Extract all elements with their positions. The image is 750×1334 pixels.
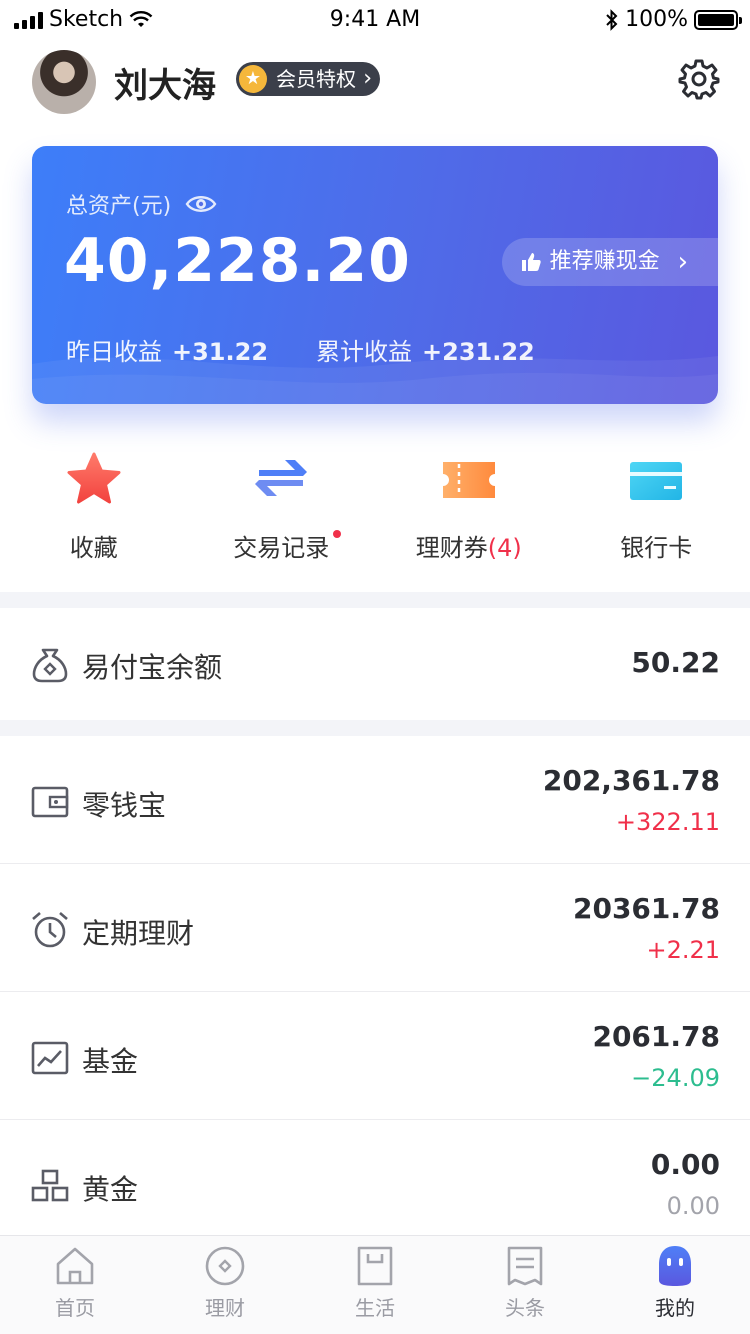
news-icon <box>507 1246 543 1286</box>
notification-dot <box>333 530 342 538</box>
status-right: 100% <box>605 7 742 32</box>
tab-label: 理财 <box>205 1296 245 1320</box>
total-assets-card[interactable]: 总资产(元) 40,228.20 推荐赚现金 › 昨日收益 +31.22 累计收益… <box>32 146 718 404</box>
bag-icon <box>357 1246 393 1286</box>
product-change: 0.00 <box>666 1192 720 1220</box>
product-name: 零钱宝 <box>82 789 167 822</box>
quick-actions: 收藏 交易记录 理财券(4) 银行卡 <box>0 446 750 576</box>
total-assets-amount: 40,228.20 <box>64 226 411 296</box>
product-value: 2061.78 <box>592 1020 720 1053</box>
avatar[interactable] <box>32 50 96 114</box>
battery-percent: 100% <box>625 7 688 32</box>
action-label: 银行卡 <box>620 534 693 562</box>
chevron-right-icon: › <box>363 66 372 91</box>
username: 刘大海 <box>114 66 216 106</box>
tab-label: 生活 <box>355 1296 395 1320</box>
exchange-icon <box>255 460 308 496</box>
gold-bars-icon <box>31 1169 69 1202</box>
wallet-icon <box>31 786 69 818</box>
action-label: 收藏 <box>69 534 118 562</box>
product-value: 202,361.78 <box>542 764 720 797</box>
battery-icon <box>694 9 742 30</box>
tab-home[interactable]: 首页 <box>0 1236 150 1334</box>
coupon-count: (4) <box>487 534 522 562</box>
yesterday-value: +31.22 <box>172 338 269 366</box>
bluetooth-icon <box>606 8 618 31</box>
total-assets-label-group: 总资产(元) <box>66 188 217 220</box>
balance-row[interactable]: 易付宝余额 50.22 <box>0 608 750 720</box>
product-change: +322.11 <box>615 808 720 836</box>
earnings-stats: 昨日收益 +31.22 累计收益 +231.22 <box>66 332 535 367</box>
product-row-fund[interactable]: 基金 2061.78 −24.09 <box>0 992 750 1120</box>
star-icon <box>67 452 121 504</box>
product-change: +2.21 <box>646 936 720 964</box>
tab-me[interactable]: 我的 <box>600 1236 750 1334</box>
refer-label: 推荐赚现金 <box>549 249 660 274</box>
bank-card-icon <box>630 462 683 500</box>
money-bag-icon <box>32 648 68 683</box>
bottom-tab-bar: 首页 理财 生活 头条 我的 <box>0 1235 750 1334</box>
vip-privilege-button[interactable]: ★ 会员特权 › <box>236 62 380 96</box>
ticket-icon <box>442 462 495 498</box>
action-coupons[interactable]: 理财券(4) <box>375 446 563 576</box>
total-earnings: 累计收益 +231.22 <box>316 332 535 367</box>
profile-header: 刘大海 ★ 会员特权 › <box>0 46 750 118</box>
tab-news[interactable]: 头条 <box>450 1236 600 1334</box>
product-value: 0.00 <box>650 1148 720 1181</box>
balance-label: 易付宝余额 <box>82 651 223 684</box>
tab-label: 头条 <box>505 1296 545 1320</box>
total-value: +231.22 <box>422 338 535 366</box>
trend-chart-icon <box>31 1041 69 1075</box>
action-bank-cards[interactable]: 银行卡 <box>563 446 750 576</box>
chevron-right-icon: › <box>677 247 688 277</box>
tab-label: 首页 <box>55 1296 95 1320</box>
yesterday-label: 昨日收益 <box>66 338 162 366</box>
total-label: 累计收益 <box>316 338 413 366</box>
product-name: 定期理财 <box>82 917 195 950</box>
section-divider <box>0 720 750 736</box>
action-label: 理财券 <box>415 534 488 562</box>
vip-label: 会员特权 <box>276 67 356 91</box>
finance-icon <box>205 1246 245 1286</box>
action-label: 交易记录 <box>233 534 330 562</box>
product-row-fixed-term[interactable]: 定期理财 20361.78 +2.21 <box>0 864 750 992</box>
product-value: 20361.78 <box>572 892 720 925</box>
tab-label: 我的 <box>655 1296 695 1320</box>
me-icon <box>659 1246 691 1286</box>
star-icon: ★ <box>239 65 267 93</box>
balance-value: 50.22 <box>631 646 720 679</box>
gear-icon[interactable] <box>678 58 720 100</box>
tab-life[interactable]: 生活 <box>300 1236 450 1334</box>
refer-earn-cash-button[interactable]: 推荐赚现金 › <box>501 238 718 286</box>
home-icon <box>56 1247 94 1285</box>
status-bar: Sketch 9:41 AM 100% <box>0 0 750 40</box>
total-assets-label: 总资产(元) <box>66 194 172 219</box>
tab-finance[interactable]: 理财 <box>150 1236 300 1334</box>
product-row-lingqianbao[interactable]: 零钱宝 202,361.78 +322.11 <box>0 736 750 864</box>
action-records[interactable]: 交易记录 <box>188 446 376 576</box>
section-divider <box>0 592 750 608</box>
yesterday-earnings: 昨日收益 +31.22 <box>66 332 268 367</box>
alarm-clock-icon <box>32 912 68 948</box>
thumbs-up-icon <box>521 253 541 271</box>
action-favorites[interactable]: 收藏 <box>0 446 188 576</box>
eye-icon[interactable] <box>185 194 217 214</box>
product-name: 黄金 <box>82 1173 139 1206</box>
product-name: 基金 <box>82 1045 139 1078</box>
product-change: −24.09 <box>631 1064 720 1092</box>
product-row-gold[interactable]: 黄金 0.00 0.00 <box>0 1120 750 1248</box>
